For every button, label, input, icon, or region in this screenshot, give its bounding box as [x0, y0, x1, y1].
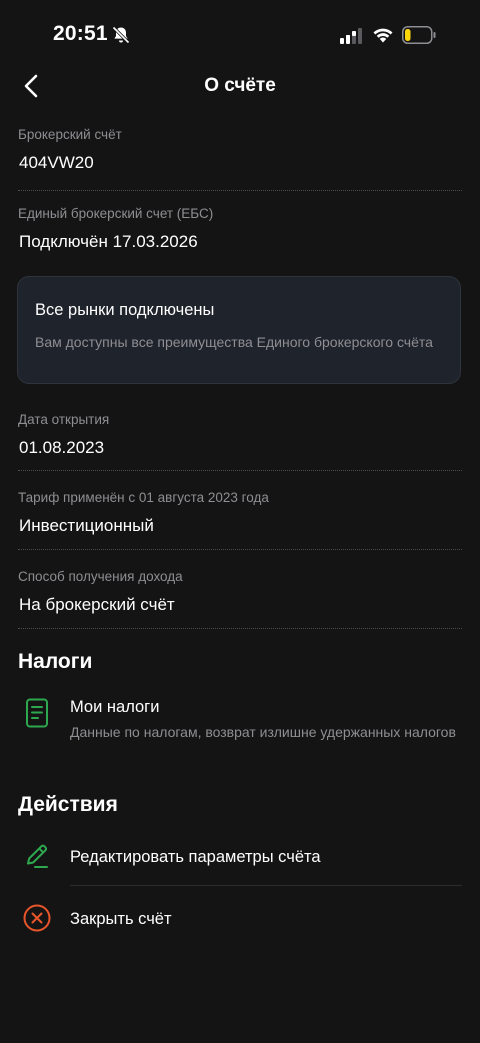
account-label: Брокерский счёт	[18, 127, 122, 142]
divider	[18, 190, 462, 191]
page-title: О счёте	[204, 75, 276, 96]
actions-section-title: Действия	[18, 793, 118, 816]
bell-slash-icon	[112, 26, 130, 44]
close-account-text: Закрыть счёт	[70, 908, 462, 930]
tariff-value: Инвестиционный	[19, 516, 154, 535]
card-description: Вам доступны все преимущества Единого бр…	[35, 334, 433, 350]
close-circle-icon	[23, 904, 51, 932]
battery-low-icon	[402, 26, 436, 44]
document-icon	[26, 698, 48, 728]
divider	[70, 885, 462, 886]
status-time: 20:51	[53, 22, 108, 45]
header: О счёте	[0, 62, 480, 110]
ebs-row: Единый брокерский счет (ЕБС) Подключён 1…	[18, 205, 462, 253]
taxes-section-title: Налоги	[18, 650, 93, 673]
ebs-label: Единый брокерский счет (ЕБС)	[18, 206, 214, 221]
edit-account-label: Редактировать параметры счёта	[70, 848, 321, 866]
income-value: На брокерский счёт	[19, 595, 175, 614]
my-taxes-item[interactable]: Мои налоги Данные по налогам, возврат из…	[18, 696, 462, 766]
wifi-icon	[373, 28, 393, 43]
open-date-label: Дата открытия	[18, 412, 110, 427]
close-account-label: Закрыть счёт	[70, 910, 172, 928]
my-taxes-text: Мои налоги Данные по налогам, возврат из…	[70, 696, 462, 742]
close-account-button[interactable]: Закрыть счёт	[18, 902, 462, 938]
ebs-value: Подключён 17.03.2026	[19, 232, 198, 251]
markets-info-card: Все рынки подключены Вам доступны все пр…	[17, 276, 461, 384]
divider	[18, 470, 462, 471]
account-row: Брокерский счёт 404VW20	[18, 126, 462, 174]
tariff-row: Тариф применён с 01 августа 2023 года Ин…	[18, 489, 462, 537]
account-value: 404VW20	[19, 153, 94, 172]
pencil-icon	[27, 844, 48, 868]
divider	[18, 549, 462, 550]
my-taxes-description: Данные по налогам, возврат излишне удерж…	[70, 724, 456, 740]
tariff-label: Тариф применён с 01 августа 2023 года	[18, 490, 269, 505]
status-bar: 20:51	[0, 0, 480, 70]
income-row: Способ получения дохода На брокерский сч…	[18, 568, 462, 616]
open-date-value: 01.08.2023	[19, 438, 105, 457]
open-date-row: Дата открытия 01.08.2023	[18, 411, 462, 459]
my-taxes-title: Мои налоги	[70, 698, 160, 716]
edit-account-text: Редактировать параметры счёта	[70, 846, 462, 868]
card-title: Все рынки подключены	[35, 301, 215, 319]
income-label: Способ получения дохода	[18, 569, 183, 584]
edit-account-button[interactable]: Редактировать параметры счёта	[18, 840, 462, 876]
cellular-signal-icon	[340, 28, 362, 44]
divider	[18, 628, 462, 629]
